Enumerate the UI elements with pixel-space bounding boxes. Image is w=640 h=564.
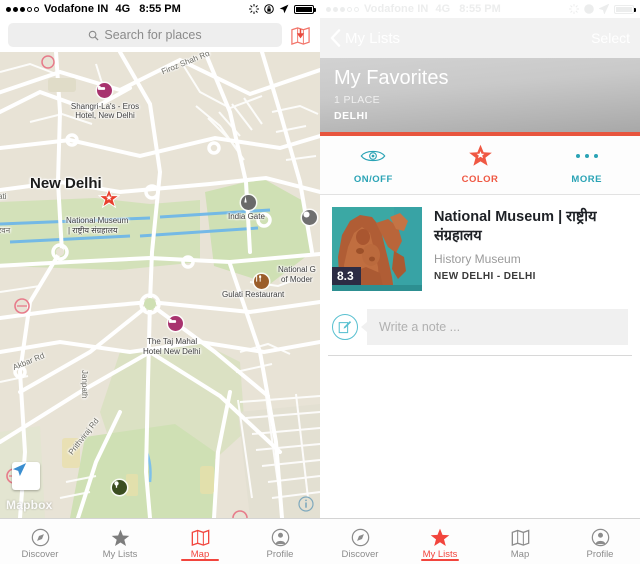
place-details: National Museum | राष्ट्रीय संग्रहालय Hi… bbox=[434, 207, 628, 291]
compass-icon bbox=[31, 527, 50, 547]
tab-my-lists[interactable]: My Lists bbox=[80, 519, 160, 564]
status-bar: Vodafone IN 4G 8:55 PM bbox=[0, 0, 320, 18]
tab-label: Discover bbox=[341, 548, 379, 560]
tab-map[interactable]: Map bbox=[480, 519, 560, 564]
poi-park-icon[interactable] bbox=[112, 480, 127, 495]
list-place-count: 1 PLACE bbox=[334, 94, 380, 106]
tab-discover[interactable]: Discover bbox=[320, 519, 400, 564]
info-icon bbox=[298, 496, 314, 512]
action-more[interactable]: MORE bbox=[533, 144, 640, 185]
map-tiles bbox=[0, 52, 320, 518]
map-icon bbox=[511, 527, 530, 547]
person-circle-icon bbox=[271, 527, 290, 547]
search-placeholder: Search for places bbox=[104, 28, 202, 42]
tab-profile[interactable]: Profile bbox=[560, 519, 640, 564]
star-icon bbox=[430, 527, 450, 547]
select-button[interactable]: Select bbox=[591, 30, 630, 46]
map-icon bbox=[191, 527, 210, 547]
locate-arrow-icon bbox=[12, 463, 27, 477]
action-label: COLOR bbox=[461, 174, 499, 185]
location-arrow-icon bbox=[599, 4, 609, 14]
map-screen: Vodafone IN 4G 8:55 PM Search for places… bbox=[0, 0, 320, 564]
tab-label: Map bbox=[510, 548, 530, 560]
nav-bar: My Lists Select bbox=[320, 18, 640, 58]
ellipsis-icon bbox=[575, 144, 599, 168]
map-canvas[interactable]: Shangri-La's - Eros Hotel, New Delhi New… bbox=[0, 52, 320, 518]
lock-rotation-icon bbox=[584, 4, 594, 14]
star-badge-icon bbox=[468, 144, 493, 168]
action-label: MORE bbox=[571, 174, 602, 185]
place-location: NEW DELHI - DELHI bbox=[434, 270, 536, 282]
action-label: ON/OFF bbox=[353, 174, 393, 185]
search-bar: Search for places bbox=[0, 18, 320, 52]
lock-rotation-icon bbox=[264, 4, 274, 14]
back-label: My Lists bbox=[345, 29, 401, 47]
tab-label: My Lists bbox=[102, 548, 138, 560]
tab-bar-left: Discover My Lists Map Profile bbox=[0, 518, 320, 564]
compass-icon bbox=[351, 527, 370, 547]
active-tab-underline bbox=[181, 559, 219, 561]
spinner-icon bbox=[249, 4, 259, 14]
mapbox-attribution[interactable]: Mapbox bbox=[6, 498, 53, 512]
tab-label: Map bbox=[190, 548, 210, 560]
poi-restaurant-icon[interactable] bbox=[254, 274, 269, 289]
list-city: DELHI bbox=[334, 110, 368, 122]
locate-me-button[interactable] bbox=[12, 462, 40, 490]
status-bar: Vodafone IN 4G 8:55 PM bbox=[320, 0, 640, 18]
action-row: ON/OFF COLOR MORE bbox=[320, 136, 640, 195]
rating-badge: 8.3 bbox=[332, 267, 361, 285]
tab-bar-right: Discover My Lists Map Profile bbox=[320, 518, 640, 564]
poi-hotel-taj-icon[interactable] bbox=[168, 316, 183, 331]
poi-gallery-icon[interactable] bbox=[302, 210, 317, 225]
battery-icon bbox=[294, 4, 316, 14]
star-icon bbox=[111, 527, 130, 547]
note-placeholder: Write a note ... bbox=[379, 320, 461, 334]
status-icons bbox=[569, 4, 636, 14]
selected-place-marker[interactable] bbox=[98, 188, 120, 209]
list-hero-header: My Favorites 1 PLACE DELHI bbox=[320, 58, 640, 136]
tab-label: My Lists bbox=[422, 548, 458, 560]
location-arrow-icon bbox=[279, 4, 289, 14]
spinner-icon bbox=[569, 4, 579, 14]
note-row: Write a note ... bbox=[320, 301, 640, 355]
tab-my-lists[interactable]: My Lists bbox=[400, 519, 480, 564]
tab-label: Profile bbox=[586, 548, 614, 560]
tab-discover[interactable]: Discover bbox=[0, 519, 80, 564]
back-button[interactable]: My Lists bbox=[330, 29, 400, 47]
edit-note-icon[interactable] bbox=[332, 314, 358, 340]
dual-screenshot: Vodafone IN 4G 8:55 PM Search for places… bbox=[0, 0, 640, 564]
eye-icon bbox=[360, 144, 386, 168]
place-title: National Museum | राष्ट्रीय संग्रहालय bbox=[434, 209, 597, 244]
list-detail-screen: Vodafone IN 4G 8:55 PM My Lists Select M… bbox=[320, 0, 640, 564]
note-divider bbox=[328, 355, 632, 356]
tab-label: Profile bbox=[266, 548, 294, 560]
place-list-item[interactable]: 8.3 National Museum | राष्ट्रीय संग्रहाल… bbox=[320, 195, 640, 301]
map-info-button[interactable] bbox=[298, 496, 314, 512]
place-thumbnail[interactable]: 8.3 bbox=[332, 207, 422, 291]
action-on-off[interactable]: ON/OFF bbox=[320, 144, 427, 185]
poi-monument-icon[interactable] bbox=[241, 195, 256, 210]
note-input[interactable]: Write a note ... bbox=[367, 309, 628, 345]
tab-label: Discover bbox=[21, 548, 59, 560]
list-title: My Favorites bbox=[334, 67, 449, 89]
status-icons bbox=[249, 4, 316, 14]
poi-hotel-icon[interactable] bbox=[97, 83, 112, 98]
tab-map[interactable]: Map bbox=[160, 519, 240, 564]
action-color[interactable]: COLOR bbox=[427, 144, 534, 185]
map-pin-book-icon[interactable] bbox=[288, 23, 312, 47]
place-category: History Museum bbox=[434, 251, 521, 266]
battery-icon bbox=[614, 4, 636, 14]
chevron-left-icon bbox=[330, 29, 341, 47]
tab-profile[interactable]: Profile bbox=[240, 519, 320, 564]
person-circle-icon bbox=[591, 527, 610, 547]
active-tab-underline bbox=[421, 559, 459, 561]
search-icon bbox=[89, 30, 99, 41]
search-input[interactable]: Search for places bbox=[8, 23, 282, 47]
